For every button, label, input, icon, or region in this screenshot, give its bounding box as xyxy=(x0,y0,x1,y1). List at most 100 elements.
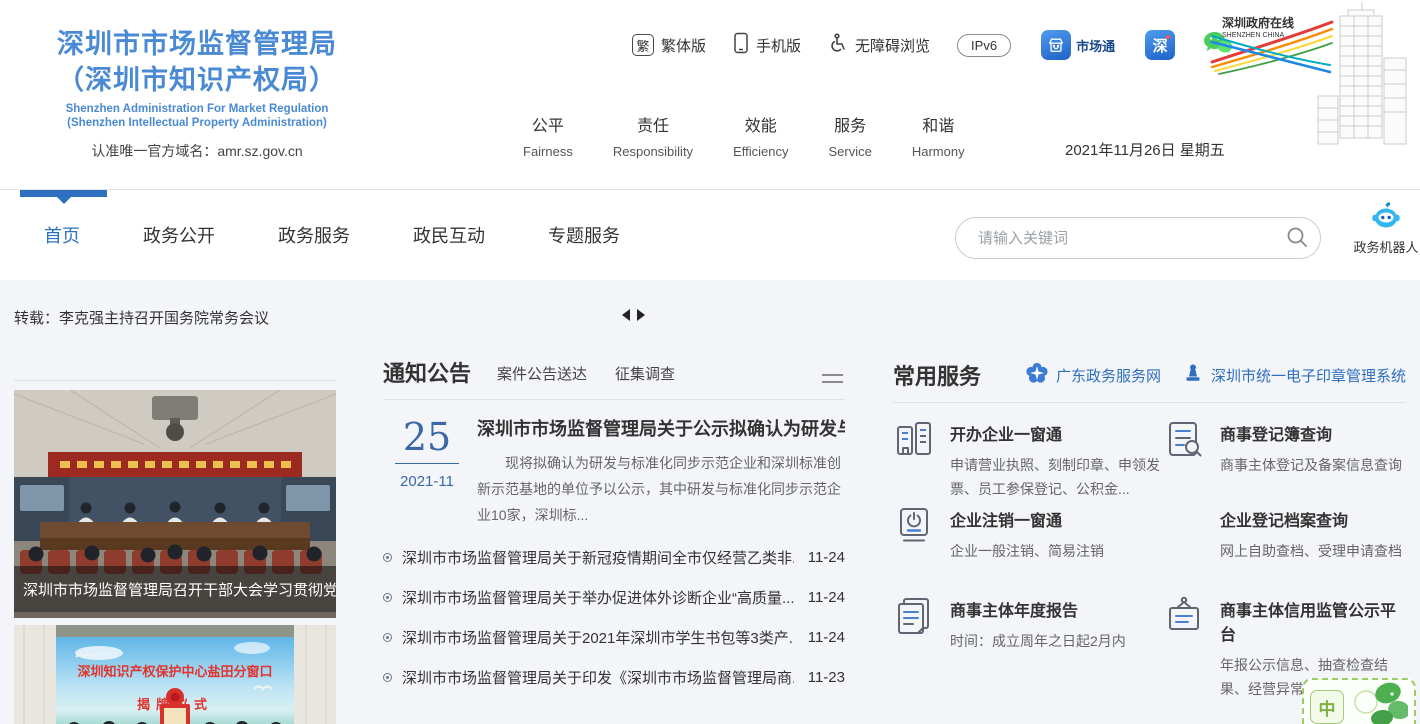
notices-title: 通知公告 xyxy=(383,362,471,386)
service-grid: 开办企业一窗通 申请营业执照、刻制印章、申领发票、员工参保登记、公积金... xyxy=(893,418,1406,701)
notices-section: 通知公告 案件公告送达 征集调查 25 2021-11 深圳市市场监督管理局关于… xyxy=(383,362,845,697)
news-ticker[interactable]: 转载：李克强主持召开国务院常务会议 xyxy=(14,307,269,328)
search-button[interactable] xyxy=(1274,218,1320,258)
bullet-icon xyxy=(383,553,392,562)
building-document-icon xyxy=(893,418,935,460)
ishenzhen-app-link[interactable]: 深 xyxy=(1145,30,1175,60)
document-search-icon xyxy=(1163,418,1205,460)
logo-title: 深圳市市场监督管理局 xyxy=(28,26,366,62)
hanging-sign-icon xyxy=(1163,594,1205,636)
service-registry-search[interactable]: 商事登记簿查询 商事主体登记及备案信息查询 xyxy=(1163,418,1406,504)
traditional-version-label: 繁体版 xyxy=(661,35,706,56)
service-archive-search[interactable]: 企业登记档案查询 网上自助查档、受理申请查档 xyxy=(1163,504,1406,594)
ishenzhen-app-icon: 深 xyxy=(1145,30,1175,60)
featured-date: 25 2021-11 xyxy=(383,415,471,528)
bullet-icon xyxy=(383,593,392,602)
carousel-slide-unveiling[interactable]: 深圳知识产权保护中心盐田分窗口 揭牌仪式 xyxy=(14,625,336,724)
service-open-business[interactable]: 开办企业一窗通 申请营业执照、刻制印章、申领发票、员工参保登记、公积金... xyxy=(893,418,1163,504)
featured-title: 深圳市市场监督管理局关于公示拟确认为研发与标... xyxy=(477,415,845,441)
flower-icon xyxy=(1026,362,1048,388)
ipv6-badge[interactable]: IPv6 xyxy=(957,34,1011,57)
nav-item-gov-services[interactable]: 政务服务 xyxy=(278,222,350,248)
guangdong-service-link[interactable]: 广东政务服务网 xyxy=(1026,362,1161,388)
photo-carousel: 深圳市市场监督管理局召开干部大会学习贯彻党的十... xyxy=(14,390,336,724)
robot-label: 政务机器人 xyxy=(1350,237,1420,256)
notice-item[interactable]: 深圳市市场监督管理局关于举办促进体外诊断企业“高质量... 11-24 xyxy=(383,577,845,617)
site-header: 深圳市市场监督管理局 （深圳市知识产权局） Shenzhen Administr… xyxy=(0,0,1420,190)
ticker-next-icon[interactable] xyxy=(637,309,645,321)
svg-text:深圳知识产权保护中心盐田分窗口: 深圳知识产权保护中心盐田分窗口 xyxy=(77,664,272,679)
tab-surveys[interactable]: 征集调查 xyxy=(615,363,675,384)
notice-item[interactable]: 深圳市市场监督管理局关于新冠疫情期间全市仅经营乙类非... 11-24 xyxy=(383,537,845,577)
official-domain-note: 认准唯一官方域名：amr.sz.gov.cn xyxy=(28,141,366,161)
main-navbar: 首页 政务公开 政务服务 政民互动 专题服务 政务机器人 xyxy=(0,191,1420,280)
current-date: 2021年11月26日 星期五 xyxy=(1065,139,1225,160)
tab-case-announcements[interactable]: 案件公告送达 xyxy=(497,363,587,384)
services-links: 广东政务服务网 深圳市统一电子印章管理系统 xyxy=(1026,362,1406,389)
value-harmony: 和谐 Harmony xyxy=(912,112,965,159)
logo-en-line2: (Shenzhen Intellectual Property Administ… xyxy=(28,116,366,130)
value-efficiency: 效能 Efficiency xyxy=(733,112,788,159)
accessibility-label: 无障碍浏览 xyxy=(855,35,930,56)
robot-icon xyxy=(1369,216,1403,233)
bullet-icon xyxy=(383,673,392,682)
notice-item[interactable]: 深圳市市场监督管理局关于印发《深圳市市场监督管理局商... 11-23 xyxy=(383,657,845,697)
nav-item-home[interactable]: 首页 xyxy=(44,222,80,248)
mobile-version-link[interactable]: 手机版 xyxy=(733,32,801,58)
service-deregistration[interactable]: 企业注销一窗通 企业一般注销、简易注销 xyxy=(893,504,1163,594)
search-icon xyxy=(1285,225,1309,252)
notices-header: 通知公告 案件公告送达 征集调查 xyxy=(383,362,845,400)
value-responsibility: 责任 Responsibility xyxy=(613,112,693,159)
floating-widget[interactable]: 中 xyxy=(1302,678,1416,724)
core-values: 公平 Fairness 责任 Responsibility 效能 Efficie… xyxy=(523,112,965,159)
services-title: 常用服务 xyxy=(893,365,981,389)
bullet-icon xyxy=(383,633,392,642)
notices-tabs: 案件公告送达 征集调查 xyxy=(497,363,675,386)
gov-robot-button[interactable]: 政务机器人 xyxy=(1350,202,1420,256)
active-tab-indicator xyxy=(20,190,107,197)
stamp-icon xyxy=(1183,363,1203,387)
market-app-label: 市场通 xyxy=(1076,36,1115,55)
power-device-icon xyxy=(893,504,935,546)
nav-item-interaction[interactable]: 政民互动 xyxy=(413,222,485,248)
nav-items: 首页 政务公开 政务服务 政民互动 专题服务 xyxy=(44,222,620,248)
site-logo: 深圳市市场监督管理局 （深圳市知识产权局） Shenzhen Administr… xyxy=(28,26,366,161)
market-app-icon xyxy=(1041,30,1071,60)
traditional-version-link[interactable]: 繁 繁体版 xyxy=(632,34,706,56)
no-icon xyxy=(1163,504,1205,546)
value-service: 服务 Service xyxy=(828,112,871,159)
site-search xyxy=(955,217,1321,259)
logo-en-line1: Shenzhen Administration For Market Regul… xyxy=(28,102,366,116)
eseal-system-link[interactable]: 深圳市统一电子印章管理系统 xyxy=(1183,363,1406,387)
notices-more-icon[interactable] xyxy=(822,374,843,383)
svg-text:深圳政府在线: 深圳政府在线 xyxy=(1222,15,1294,30)
nav-item-special-services[interactable]: 专题服务 xyxy=(548,222,620,248)
widget-tile: 中 xyxy=(1310,690,1344,724)
unveiling-photo: 深圳知识产权保护中心盐田分窗口 揭牌仪式 xyxy=(14,625,336,724)
clover-leaves-icon xyxy=(1348,682,1408,724)
ticker-controls xyxy=(622,309,645,321)
logo-subtitle: （深圳市知识产权局） xyxy=(28,62,366,98)
featured-summary: 现将拟确认为研发与标准化同步示范企业和深圳标准创新示范基地的单位予以公示，其中研… xyxy=(477,450,845,528)
market-app-link[interactable]: 市场通 xyxy=(1041,30,1115,60)
report-document-icon xyxy=(893,594,935,636)
building-sketch xyxy=(1306,0,1418,159)
main-content: 转载：李克强主持召开国务院常务会议 xyxy=(0,280,1420,724)
services-section: 常用服务 广东政务服务网 深圳市统一电子印章管理系统 xyxy=(893,362,1406,701)
ticker-prev-icon[interactable] xyxy=(622,309,630,321)
featured-notice[interactable]: 25 2021-11 深圳市市场监督管理局关于公示拟确认为研发与标... 现将拟… xyxy=(383,415,845,528)
service-annual-report[interactable]: 商事主体年度报告 时间：成立周年之日起2月内 xyxy=(893,594,1163,701)
traditional-badge-icon: 繁 xyxy=(632,34,654,56)
featured-month: 2021-11 xyxy=(383,473,471,490)
value-fairness: 公平 Fairness xyxy=(523,112,573,159)
page: 深圳市市场监督管理局 （深圳市知识产权局） Shenzhen Administr… xyxy=(0,0,1420,724)
svg-text:SHENZHEN CHINA: SHENZHEN CHINA xyxy=(1222,32,1285,39)
accessibility-link[interactable]: 无障碍浏览 xyxy=(828,33,930,57)
carousel-caption: 深圳市市场监督管理局召开干部大会学习贯彻党的十... xyxy=(14,566,336,612)
notice-item[interactable]: 深圳市市场监督管理局关于2021年深圳市学生书包等3类产... 11-24 xyxy=(383,617,845,657)
carousel-divider xyxy=(14,380,336,381)
carousel-slide-meeting[interactable]: 深圳市市场监督管理局召开干部大会学习贯彻党的十... xyxy=(14,390,336,623)
nav-item-gov-disclosure[interactable]: 政务公开 xyxy=(143,222,215,248)
wheelchair-icon xyxy=(828,33,848,57)
search-input[interactable] xyxy=(956,230,1274,247)
